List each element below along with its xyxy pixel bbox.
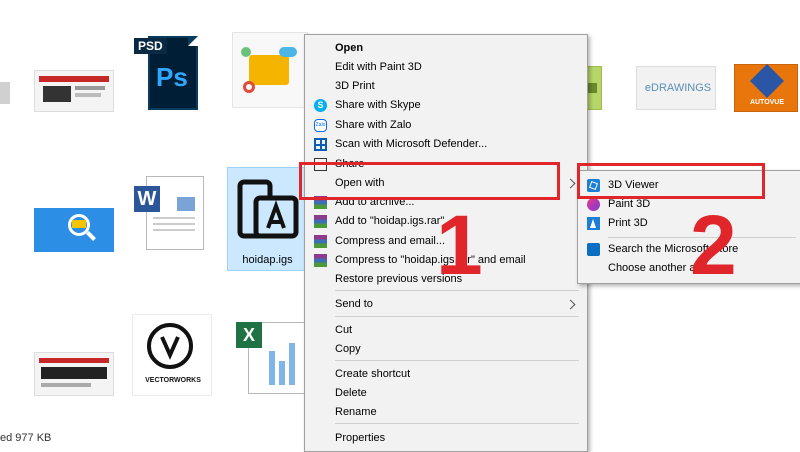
thumb-text-line: [41, 383, 91, 387]
status-bar-text: ed 977 KB: [0, 432, 52, 444]
menu-item-create-shortcut[interactable]: Create shortcut: [305, 365, 587, 384]
file-name-label: hoidap.igs: [242, 254, 293, 266]
vectorworks-logo-icon: [147, 323, 193, 369]
menu-item-label: Cut: [335, 324, 353, 336]
thumb-header-bar: [39, 358, 109, 363]
vectorworks-label: VECTORWORKS: [145, 377, 201, 384]
submenu-item-search-the-microsoft-store[interactable]: Search the Microsoft Store: [578, 240, 800, 259]
menu-item-label: Add to "hoidap.igs.rar": [335, 215, 445, 227]
winrar-icon: [314, 215, 327, 228]
skype-icon: S: [314, 99, 327, 112]
menu-item-3d-print[interactable]: 3D Print: [305, 77, 587, 96]
menu-separator: [335, 316, 579, 317]
chevron-right-icon: [565, 178, 576, 189]
folder-icon: [249, 55, 289, 85]
file-thumbnail-blue-search[interactable]: [34, 208, 114, 252]
winrar-icon: [314, 235, 327, 248]
file-thumbnail-webpage-1[interactable]: [34, 70, 114, 112]
menu-item-label: Edit with Paint 3D: [335, 61, 422, 73]
thumb-header-bar: [39, 76, 109, 82]
menu-item-share-with-zalo[interactable]: Zalo Share with Zalo: [305, 116, 587, 135]
thumb-image: [41, 367, 107, 379]
menu-item-scan-with-microsoft-defender[interactable]: Scan with Microsoft Defender...: [305, 135, 587, 154]
scroll-edge-marker: [0, 82, 10, 104]
highlight-box-open-with: [299, 162, 560, 200]
edrawings-file-icon[interactable]: eDRAWINGS: [636, 66, 716, 110]
menu-item-label: Create shortcut: [335, 368, 411, 380]
defender-icon: [314, 138, 327, 151]
thumb-text-line: [75, 86, 105, 90]
menu-item-label: Open: [335, 42, 364, 54]
menu-item-label: Share with Zalo: [335, 119, 412, 131]
magnifier-handle: [86, 231, 96, 241]
search-icon: [243, 81, 255, 93]
store-icon: [587, 243, 600, 256]
thumb-text-line: [75, 93, 101, 97]
menu-item-label: Compress and email...: [335, 235, 446, 247]
autovue-file-icon[interactable]: AUTOVUE: [734, 64, 798, 112]
edrawings-label: eDRAWINGS: [644, 82, 712, 94]
paint-3d-icon: [587, 198, 600, 211]
cloud-icon: [279, 47, 297, 57]
psd-file-icon[interactable]: Ps PSD: [134, 34, 212, 110]
vectorworks-file-icon[interactable]: VECTORWORKS: [132, 314, 212, 396]
submenu-item-choose-another-app[interactable]: Choose another app: [578, 259, 800, 278]
menu-item-copy[interactable]: Copy: [305, 340, 587, 359]
menu-item-open[interactable]: Open: [305, 39, 587, 58]
page-fold: [188, 36, 198, 46]
word-logo-icon: W: [134, 186, 160, 212]
file-thumbnail-webpage-2[interactable]: [34, 352, 114, 396]
zalo-icon: Zalo: [314, 119, 327, 132]
menu-item-rename[interactable]: Rename: [305, 403, 587, 422]
menu-item-label: Rename: [335, 406, 377, 418]
menu-item-label: Compress to "hoidap.igs.rar" and email: [335, 254, 526, 266]
igs-file-icon: [237, 179, 299, 239]
menu-item-label: Delete: [335, 387, 367, 399]
menu-item-label: Scan with Microsoft Defender...: [335, 138, 488, 150]
menu-separator: [335, 360, 579, 361]
autovue-logo-icon: [750, 64, 784, 98]
menu-item-label: Send to: [335, 298, 373, 310]
submenu-item-print-3d[interactable]: Print 3D: [578, 214, 800, 233]
file-thumbnail-folder[interactable]: [232, 32, 308, 108]
menu-item-send-to[interactable]: Send to: [305, 295, 587, 314]
thumb-badge: [72, 220, 86, 228]
word-image: [177, 197, 195, 211]
menu-item-edit-with-paint-3d[interactable]: Edit with Paint 3D: [305, 58, 587, 77]
ps-logo-text: Ps: [156, 62, 188, 92]
winrar-icon: [314, 254, 327, 267]
menu-item-label: Share with Skype: [335, 99, 421, 111]
highlight-box-3d-viewer: [577, 163, 765, 199]
psd-badge: PSD: [134, 38, 167, 54]
thumb-image: [43, 86, 71, 102]
menu-item-label: Properties: [335, 432, 386, 444]
menu-item-cut[interactable]: Cut: [305, 321, 587, 340]
menu-item-label: Copy: [335, 343, 361, 355]
excel-file-icon[interactable]: X: [236, 318, 306, 394]
submenu-item-label: Print 3D: [608, 217, 648, 229]
menu-item-properties[interactable]: Properties: [305, 429, 587, 448]
print-3d-icon: [587, 217, 600, 230]
menu-separator: [335, 423, 579, 424]
step-number-2: 2: [690, 198, 737, 292]
step-number-1: 1: [436, 198, 483, 292]
menu-item-delete[interactable]: Delete: [305, 384, 587, 403]
autovue-label: AUTOVUE: [749, 99, 785, 106]
chevron-right-icon: [565, 299, 576, 310]
word-file-icon[interactable]: W: [134, 176, 204, 250]
menu-item-share-with-skype[interactable]: S Share with Skype: [305, 96, 587, 115]
excel-logo-icon: X: [236, 322, 262, 348]
menu-item-label: 3D Print: [335, 80, 375, 92]
file-item-hoidap-igs[interactable]: hoidap.igs: [227, 167, 306, 271]
dot-icon: [241, 47, 251, 57]
